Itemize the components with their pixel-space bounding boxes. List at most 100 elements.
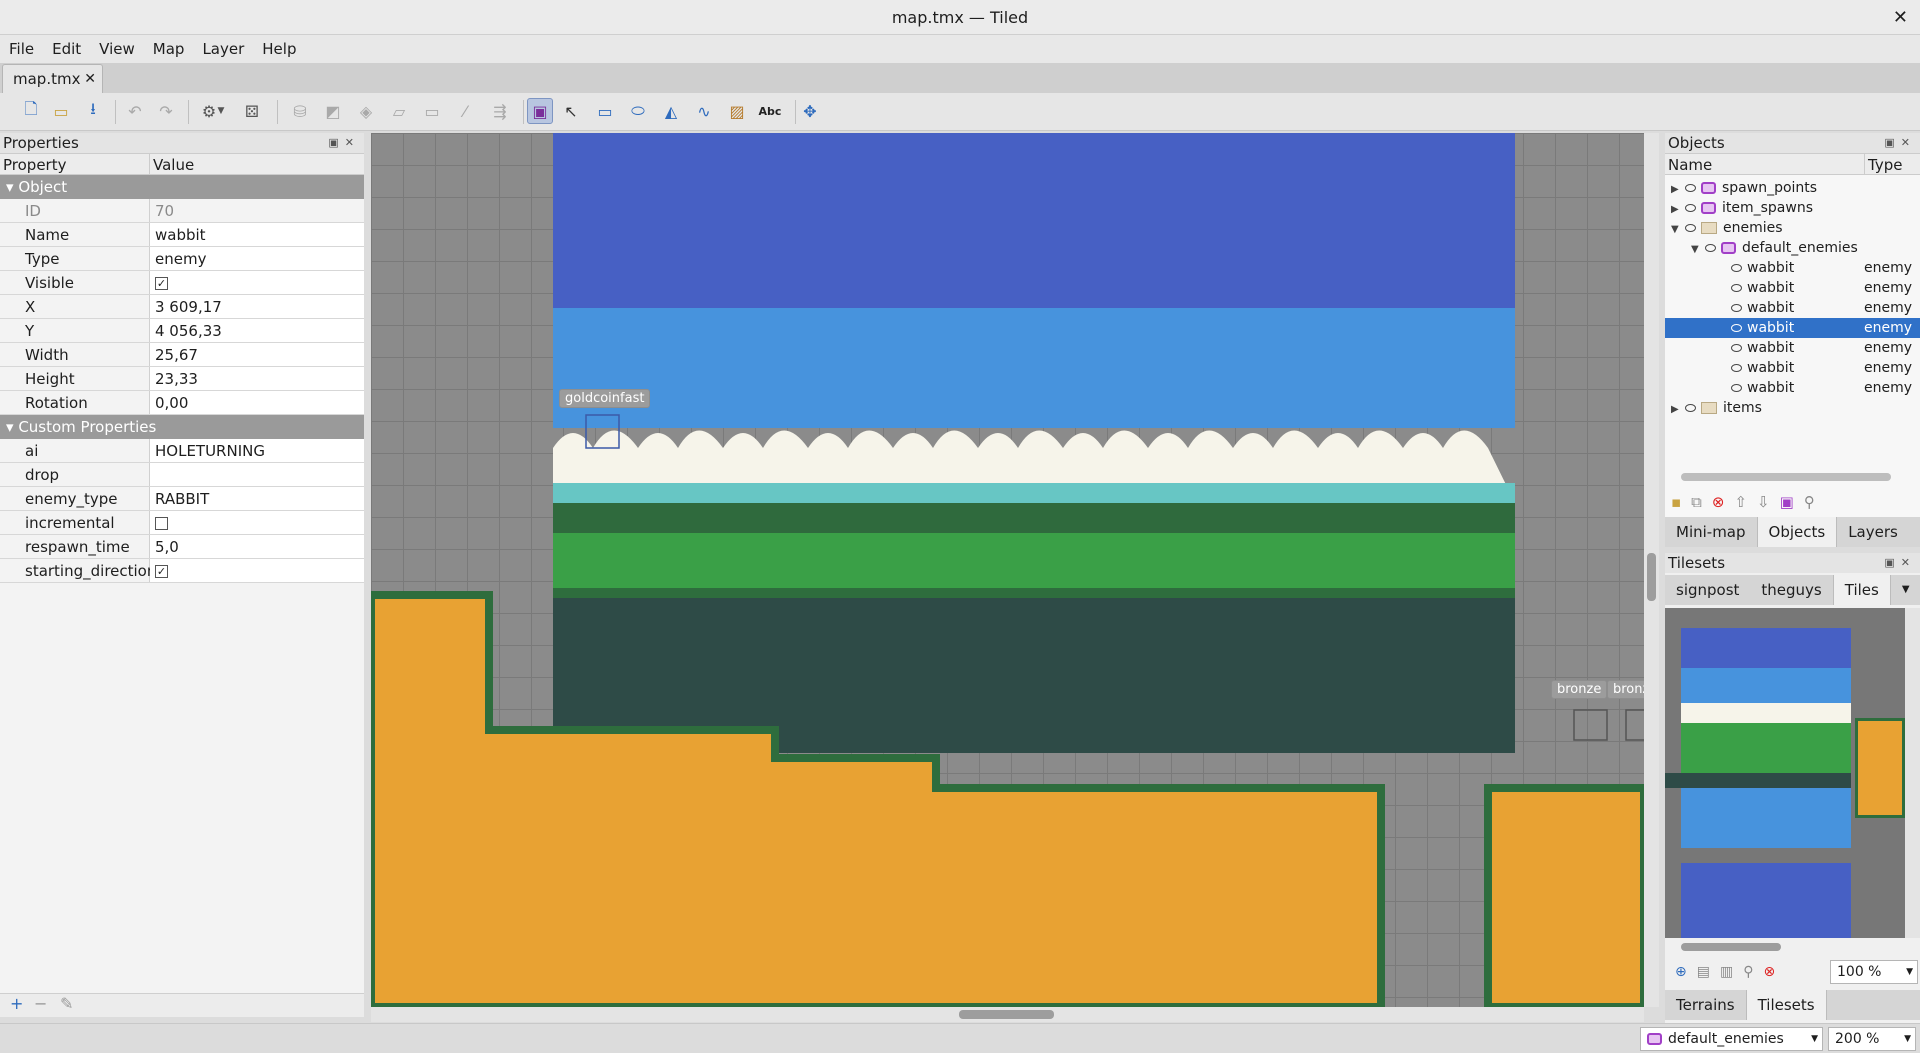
property-row[interactable]: X3 609,17 [0, 295, 364, 319]
terrain-brush-icon[interactable]: ◩ [320, 98, 346, 124]
column-name[interactable]: Name [1665, 154, 1865, 174]
close-panel-icon[interactable]: ✕ [345, 136, 360, 149]
menu-file[interactable]: File [0, 40, 43, 58]
select-same-tile-icon[interactable]: ⇶ [487, 98, 513, 124]
current-layer-select[interactable]: default_enemies ▼ [1640, 1027, 1823, 1051]
close-tab-icon[interactable]: ✕ [84, 65, 96, 93]
new-file-icon[interactable]: 🗋 [18, 98, 44, 124]
rename-property-icon[interactable]: ✎ [60, 994, 73, 1013]
remove-tileset-icon[interactable]: ⊗ [1763, 964, 1775, 980]
object-item[interactable]: wabbit enemy [1665, 338, 1920, 358]
remove-property-icon[interactable]: − [34, 994, 47, 1013]
insert-text-icon[interactable]: Abc [757, 98, 783, 124]
embed-tileset-icon[interactable]: ▤ [1697, 964, 1710, 980]
new-tileset-icon[interactable]: ⊕ [1675, 964, 1687, 980]
menu-layer[interactable]: Layer [193, 40, 253, 58]
bucket-fill-icon[interactable]: ◈ [353, 98, 379, 124]
objects-scrollbar[interactable] [1681, 473, 1891, 481]
object-properties-icon[interactable]: ⚲ [1804, 493, 1815, 511]
tree-item[interactable]: ▼ default_enemies [1665, 238, 1920, 258]
move-up-icon[interactable]: ⇧ [1734, 493, 1747, 511]
duplicate-object-icon[interactable]: ⧉ [1691, 493, 1702, 511]
tileset-view[interactable] [1665, 608, 1905, 938]
bronze-label-2[interactable]: bronz [1607, 680, 1644, 699]
tab-tilesets[interactable]: Tilesets [1745, 990, 1827, 1020]
delete-object-icon[interactable]: ⊗ [1712, 493, 1725, 511]
tab-objects[interactable]: Objects [1756, 517, 1838, 547]
tree-item[interactable]: ▶ items [1665, 398, 1920, 418]
commands-dropdown-icon[interactable]: ▼ [215, 98, 227, 124]
menu-map[interactable]: Map [144, 40, 194, 58]
stamp-brush-icon[interactable]: ⛁ [287, 98, 313, 124]
redo-icon[interactable]: ↷ [153, 98, 179, 124]
incremental-checkbox[interactable] [155, 517, 168, 530]
move-icon[interactable]: ✥ [797, 98, 823, 124]
export-tileset-icon[interactable]: ▥ [1720, 964, 1733, 980]
property-row[interactable]: Visible ✓ [0, 271, 364, 295]
custom-property-row[interactable]: incremental [0, 511, 364, 535]
property-row[interactable]: Y4 056,33 [0, 319, 364, 343]
tileset-horizontal-scrollbar[interactable] [1681, 943, 1781, 951]
property-row[interactable]: Height 23,33 [0, 367, 364, 391]
tab-layers[interactable]: Layers [1837, 517, 1909, 547]
tileset-vertical-scrollbar[interactable] [1905, 608, 1920, 938]
tree-item[interactable]: ▶ item_spawns [1665, 198, 1920, 218]
map-zoom-select[interactable]: 200 % ▼ [1828, 1027, 1916, 1051]
object-item[interactable]: wabbit enemy [1665, 278, 1920, 298]
insert-tile-icon[interactable]: ▨ [724, 98, 750, 124]
column-type[interactable]: Type [1865, 154, 1902, 174]
tab-theguys[interactable]: theguys [1750, 575, 1832, 605]
tree-item[interactable]: ▶ spawn_points [1665, 178, 1920, 198]
object-item[interactable]: wabbit enemy [1665, 258, 1920, 278]
visible-checkbox[interactable]: ✓ [155, 277, 168, 290]
tab-tiles[interactable]: Tiles [1832, 575, 1891, 605]
canvas-vertical-scrollbar[interactable] [1644, 133, 1659, 1007]
random-mode-icon[interactable]: ⚄ [239, 98, 265, 124]
float-panel-icon[interactable]: ▣ [1884, 556, 1900, 569]
tileset-menu-icon[interactable]: ▼ [1891, 575, 1920, 605]
open-file-icon[interactable]: ▭ [48, 98, 74, 124]
column-property[interactable]: Property [0, 154, 150, 174]
object-item[interactable]: wabbit enemy [1665, 358, 1920, 378]
tab-terrains[interactable]: Terrains [1665, 990, 1746, 1020]
horizontal-scroll-thumb[interactable] [959, 1010, 1054, 1019]
vertical-scroll-thumb[interactable] [1647, 553, 1656, 601]
eraser-icon[interactable]: ▱ [386, 98, 412, 124]
insert-ellipse-icon[interactable]: ⬭ [625, 98, 651, 124]
insert-polyline-icon[interactable]: ∿ [691, 98, 717, 124]
new-object-layer-icon[interactable]: ▪ [1671, 493, 1681, 511]
close-window-icon[interactable]: ✕ [1893, 0, 1908, 35]
rect-select-icon[interactable]: ▭ [419, 98, 445, 124]
magic-wand-icon[interactable]: ⁄ [452, 98, 478, 124]
insert-polygon-icon[interactable]: ◭ [658, 98, 684, 124]
edit-tileset-icon[interactable]: ⚲ [1743, 964, 1753, 980]
save-file-icon[interactable]: ⭳ [80, 98, 106, 124]
menu-edit[interactable]: Edit [43, 40, 90, 58]
group-custom-properties[interactable]: ▾ Custom Properties [0, 415, 364, 439]
group-object[interactable]: ▾ Object [0, 175, 364, 199]
select-objects-icon[interactable]: ▣ [527, 98, 553, 124]
column-value[interactable]: Value [150, 154, 194, 174]
property-row[interactable]: Rotation 0,00 [0, 391, 364, 415]
tileset-zoom-select[interactable]: 100 % ▼ [1830, 960, 1918, 984]
property-row[interactable]: Width 25,67 [0, 343, 364, 367]
object-item-selected[interactable]: wabbit enemy [1665, 318, 1920, 338]
add-property-icon[interactable]: + [10, 994, 23, 1013]
object-item[interactable]: wabbit enemy [1665, 378, 1920, 398]
close-panel-icon[interactable]: ✕ [1901, 556, 1916, 569]
property-row[interactable]: Type enemy [0, 247, 364, 271]
document-tab[interactable]: map.tmx ✕ [2, 64, 103, 93]
move-down-icon[interactable]: ⇩ [1757, 493, 1770, 511]
tree-item[interactable]: ▼ enemies [1665, 218, 1920, 238]
undo-icon[interactable]: ↶ [122, 98, 148, 124]
tab-mini-map[interactable]: Mini-map [1665, 517, 1757, 547]
move-to-layer-icon[interactable]: ▣ [1780, 493, 1794, 511]
float-panel-icon[interactable]: ▣ [328, 136, 344, 149]
close-panel-icon[interactable]: ✕ [1901, 136, 1916, 149]
bronze-label[interactable]: bronze [1551, 680, 1608, 699]
custom-property-row[interactable]: ai HOLETURNING [0, 439, 364, 463]
tab-signpost[interactable]: signpost [1665, 575, 1750, 605]
insert-rectangle-icon[interactable]: ▭ [592, 98, 618, 124]
menu-help[interactable]: Help [253, 40, 305, 58]
object-item[interactable]: wabbit enemy [1665, 298, 1920, 318]
